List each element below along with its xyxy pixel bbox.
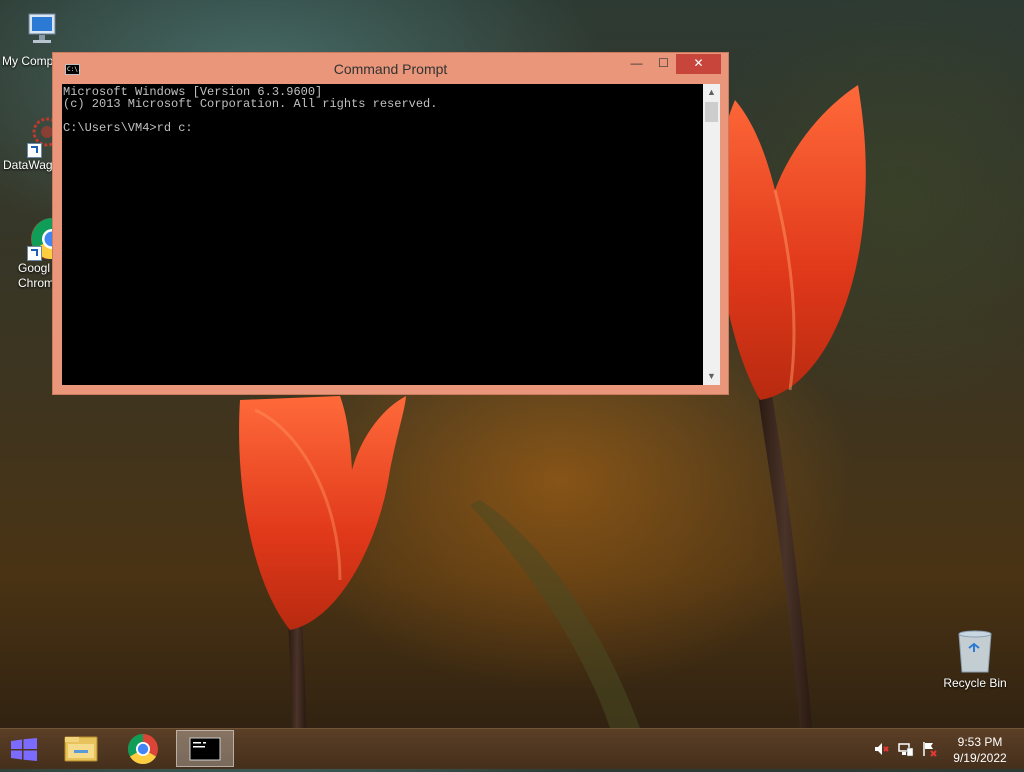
taskbar-command-prompt[interactable] <box>176 730 234 767</box>
action-center-flag-icon[interactable] <box>922 741 938 757</box>
maximize-button[interactable]: ☐ <box>650 54 677 74</box>
desktop-icon-recycle-bin[interactable]: Recycle Bin <box>940 630 1010 691</box>
datawag-icon <box>13 112 62 158</box>
vertical-scrollbar[interactable]: ▲ ▼ <box>703 84 720 385</box>
scroll-thumb[interactable] <box>705 102 718 122</box>
shortcut-arrow-icon <box>27 246 42 261</box>
desktop-icon-label: Recycle Bin <box>943 676 1007 690</box>
chrome-icon <box>13 215 73 261</box>
computer-icon <box>13 8 57 52</box>
volume-muted-icon[interactable] <box>874 741 890 757</box>
chrome-icon <box>127 734 158 765</box>
shortcut-arrow-icon <box>27 143 42 158</box>
scroll-down-arrow-icon[interactable]: ▼ <box>703 368 720 385</box>
scroll-up-arrow-icon[interactable]: ▲ <box>703 84 720 101</box>
start-windows-icon[interactable] <box>11 738 37 761</box>
network-icon[interactable] <box>898 741 914 757</box>
clock-date: 9/19/2022 <box>953 751 1007 765</box>
minimize-button[interactable]: — <box>623 54 650 74</box>
close-button[interactable]: ✕ <box>676 54 721 74</box>
taskbar: 9:53 PM 9/19/2022 <box>0 728 1024 769</box>
recycle-bin-icon <box>953 630 997 674</box>
taskbar-file-explorer[interactable] <box>52 730 110 767</box>
clock-time: 9:53 PM <box>957 735 1003 749</box>
window-titlebar[interactable]: C:\. Command Prompt — ☐ ✕ <box>53 53 728 84</box>
file-explorer-icon <box>64 736 98 762</box>
command-prompt-icon <box>189 737 221 761</box>
taskbar-clock[interactable]: 9:53 PM 9/19/2022 <box>940 734 1020 766</box>
command-prompt-window[interactable]: C:\. Command Prompt — ☐ ✕ Microsoft Wind… <box>52 52 729 395</box>
console-output[interactable]: Microsoft Windows [Version 6.3.9600] (c)… <box>62 84 703 385</box>
taskbar-chrome[interactable] <box>114 730 172 767</box>
